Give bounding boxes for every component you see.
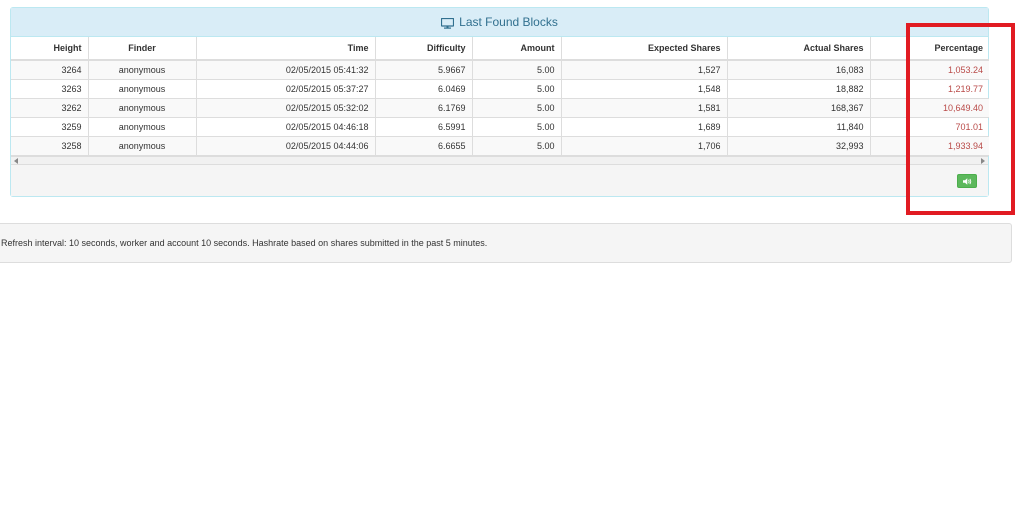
cell-finder: anonymous — [87, 136, 197, 156]
cell-height: 3258 — [11, 136, 89, 156]
table-row: 3264 anonymous 02/05/2015 05:41:32 5.966… — [11, 60, 989, 80]
cell-expected-shares: 1,706 — [560, 136, 728, 156]
column-header-difficulty[interactable]: Difficulty — [374, 37, 473, 61]
table-row: 3263 anonymous 02/05/2015 05:37:27 6.046… — [11, 79, 989, 99]
last-found-blocks-panel: Last Found Blocks Height Finder Time Dif… — [10, 7, 989, 197]
cell-height: 3262 — [11, 98, 89, 118]
cell-time: 02/05/2015 05:37:27 — [195, 79, 376, 99]
panel-title: Last Found Blocks — [459, 15, 558, 29]
cell-finder: anonymous — [87, 60, 197, 80]
cell-actual-shares: 18,882 — [726, 79, 871, 99]
monitor-icon — [441, 17, 455, 29]
cell-time: 02/05/2015 05:41:32 — [195, 60, 376, 80]
cell-time: 02/05/2015 04:44:06 — [195, 136, 376, 156]
table-header-row: Height Finder Time Difficulty Amount Exp… — [11, 37, 989, 61]
speaker-icon — [962, 177, 971, 185]
refresh-info-text: Refresh interval: 10 seconds, worker and… — [1, 238, 488, 248]
column-header-amount[interactable]: Amount — [471, 37, 562, 61]
cell-actual-shares: 11,840 — [726, 117, 871, 137]
panel-heading: Last Found Blocks — [11, 8, 988, 37]
cell-amount: 5.00 — [471, 136, 562, 156]
cell-expected-shares: 1,689 — [560, 117, 728, 137]
cell-percentage: 1,219.77 — [869, 79, 989, 99]
cell-actual-shares: 16,083 — [726, 60, 871, 80]
column-header-expected-shares[interactable]: Expected Shares — [560, 37, 728, 61]
sound-toggle-button[interactable] — [957, 174, 977, 188]
panel-footer — [11, 164, 988, 196]
cell-difficulty: 5.9667 — [374, 60, 473, 80]
cell-finder: anonymous — [87, 79, 197, 99]
cell-actual-shares: 168,367 — [726, 98, 871, 118]
cell-amount: 5.00 — [471, 117, 562, 137]
cell-amount: 5.00 — [471, 60, 562, 80]
column-header-actual-shares[interactable]: Actual Shares — [726, 37, 871, 61]
column-header-time[interactable]: Time — [195, 37, 376, 61]
table-row: 3259 anonymous 02/05/2015 04:46:18 6.599… — [11, 117, 989, 137]
cell-expected-shares: 1,581 — [560, 98, 728, 118]
cell-time: 02/05/2015 05:32:02 — [195, 98, 376, 118]
column-header-finder[interactable]: Finder — [87, 37, 197, 61]
cell-percentage: 1,933.94 — [869, 136, 989, 156]
cell-amount: 5.00 — [471, 98, 562, 118]
blocks-table: Height Finder Time Difficulty Amount Exp… — [11, 37, 989, 156]
cell-expected-shares: 1,548 — [560, 79, 728, 99]
cell-percentage: 10,649.40 — [869, 98, 989, 118]
cell-expected-shares: 1,527 — [560, 60, 728, 80]
cell-percentage: 1,053.24 — [869, 60, 989, 80]
column-header-percentage[interactable]: Percentage — [869, 37, 989, 61]
cell-difficulty: 6.1769 — [374, 98, 473, 118]
refresh-info-box: Refresh interval: 10 seconds, worker and… — [0, 223, 1012, 263]
cell-difficulty: 6.5991 — [374, 117, 473, 137]
cell-percentage: 701.01 — [869, 117, 989, 137]
cell-difficulty: 6.0469 — [374, 79, 473, 99]
cell-difficulty: 6.6655 — [374, 136, 473, 156]
cell-finder: anonymous — [87, 117, 197, 137]
cell-actual-shares: 32,993 — [726, 136, 871, 156]
cell-height: 3259 — [11, 117, 89, 137]
cell-height: 3264 — [11, 60, 89, 80]
cell-height: 3263 — [11, 79, 89, 99]
column-header-height[interactable]: Height — [11, 37, 89, 61]
cell-amount: 5.00 — [471, 79, 562, 99]
cell-finder: anonymous — [87, 98, 197, 118]
table-row: 3258 anonymous 02/05/2015 04:44:06 6.665… — [11, 136, 989, 156]
cell-time: 02/05/2015 04:46:18 — [195, 117, 376, 137]
table-row: 3262 anonymous 02/05/2015 05:32:02 6.176… — [11, 98, 989, 118]
